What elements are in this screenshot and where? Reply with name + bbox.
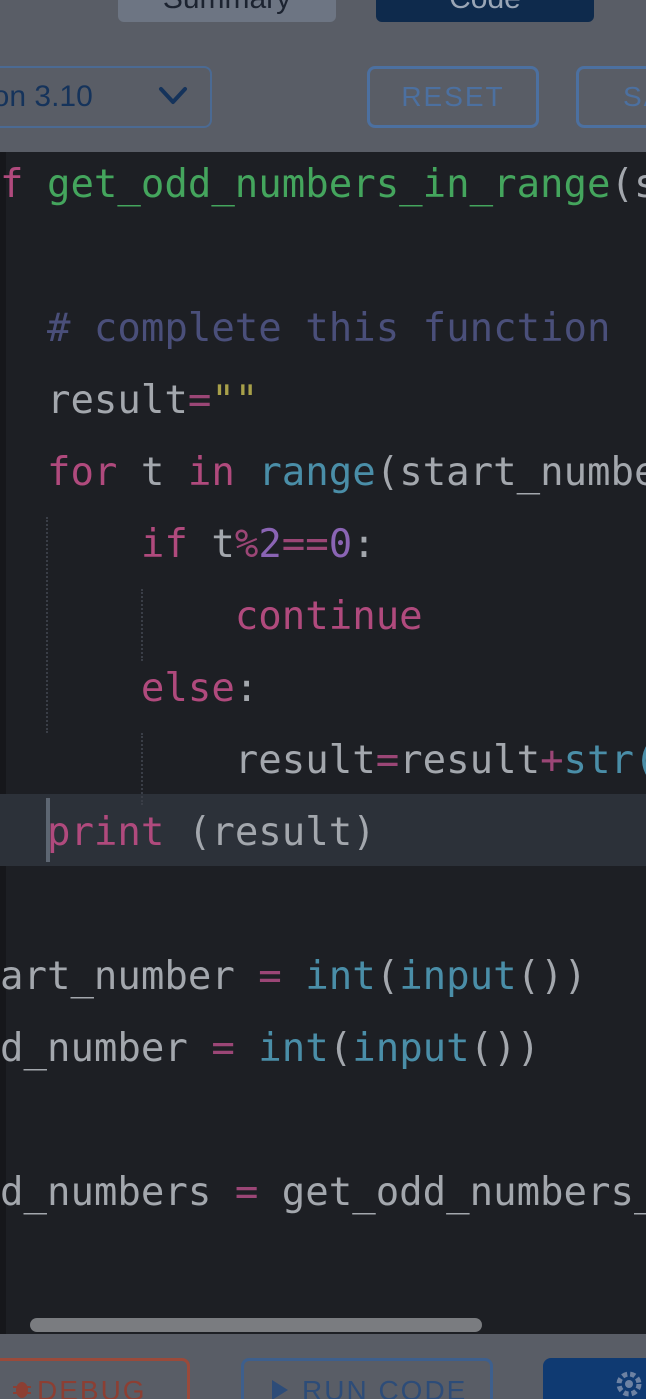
code-token: : — [352, 522, 376, 567]
language-select[interactable]: hon 3.10 — [0, 66, 212, 128]
chevron-down-icon — [159, 87, 187, 104]
code-token: get_odd_numbers_in_range — [46, 162, 611, 207]
code-token: = — [258, 954, 282, 999]
code-token: (start_numbe — [375, 450, 646, 495]
tab-summary[interactable]: Summary — [118, 0, 336, 22]
code-token: continue — [234, 594, 423, 639]
code-token: 2 — [258, 522, 282, 567]
code-token: t — [187, 522, 235, 567]
code-token: if — [140, 522, 188, 567]
code-token: (result) — [164, 810, 376, 855]
code-token: else — [140, 666, 235, 711]
gear-icon — [616, 1371, 642, 1397]
debug-button[interactable]: DEBUG — [0, 1358, 190, 1399]
code-token: range — [258, 450, 376, 495]
code-token: int — [258, 1026, 329, 1071]
code-token: d_number — [0, 1026, 212, 1071]
code-line[interactable]: f get_odd_numbers_in_range(s — [0, 152, 646, 221]
play-icon — [272, 1380, 288, 1399]
settings-button[interactable] — [543, 1358, 646, 1399]
bottom-toolbar: DEBUG RUN CODE — [0, 1334, 646, 1399]
code-token: + — [540, 738, 564, 783]
code-token: input — [399, 954, 517, 999]
reset-button[interactable]: RESET — [367, 66, 539, 128]
code-token: result — [0, 378, 188, 423]
run-code-button[interactable]: RUN CODE — [241, 1358, 493, 1399]
debug-label: DEBUG — [37, 1375, 147, 1399]
code-token: == — [281, 522, 329, 567]
code-line[interactable]: for t in range(start_numbe — [0, 437, 646, 509]
code-token: str( — [563, 738, 646, 783]
save-button[interactable]: SA — [576, 66, 646, 128]
code-line[interactable]: result="" — [0, 365, 258, 437]
code-token: ()) — [469, 1026, 541, 1071]
code-token: = — [211, 1026, 235, 1071]
code-token: : — [234, 666, 259, 711]
language-select-value: hon 3.10 — [0, 80, 93, 113]
code-token: # complete this function — [46, 306, 611, 351]
code-token: t — [117, 450, 188, 495]
code-token: = — [375, 738, 400, 783]
code-line[interactable]: if t%2==0: — [0, 509, 376, 581]
code-line[interactable]: d_number = int(input()) — [0, 1013, 540, 1085]
code-line[interactable]: d_numbers = get_odd_numbers_ — [0, 1157, 646, 1229]
code-token: in — [187, 450, 235, 495]
code-token: ( — [375, 954, 400, 999]
code-editor[interactable]: f get_odd_numbers_in_range(s # complete … — [0, 152, 646, 1334]
code-token: = — [187, 378, 212, 423]
top-toolbar: Summary Code hon 3.10 RESET SA — [0, 0, 646, 152]
code-line[interactable]: continue — [0, 581, 423, 653]
run-code-label: RUN CODE — [302, 1375, 468, 1399]
code-token: ( — [328, 1026, 353, 1071]
code-token: ()) — [516, 954, 588, 999]
bug-icon — [13, 1382, 31, 1398]
code-token: int — [305, 954, 376, 999]
code-token: "" — [211, 378, 259, 423]
code-token: = — [234, 1170, 259, 1215]
code-token: % — [234, 522, 259, 567]
code-token: result — [0, 738, 376, 783]
horizontal-scrollbar[interactable] — [30, 1318, 482, 1332]
code-token: 0 — [328, 522, 353, 567]
code-token: input — [352, 1026, 470, 1071]
code-token: get_odd_numbers_ — [258, 1170, 646, 1215]
code-token: print — [46, 810, 165, 855]
code-line[interactable]: # complete this function — [0, 293, 611, 365]
code-line[interactable]: art_number = int(input()) — [0, 941, 587, 1013]
code-token: f — [0, 162, 47, 207]
code-line[interactable]: result=result+str( — [0, 725, 646, 797]
code-token: (s — [610, 162, 646, 207]
code-token: d_numbers — [0, 1170, 235, 1215]
code-token: for — [46, 450, 118, 495]
code-line[interactable]: print (result) — [0, 797, 376, 869]
code-line[interactable]: else: — [0, 653, 258, 725]
tab-code[interactable]: Code — [376, 0, 594, 22]
code-token: art_number — [0, 954, 259, 999]
code-token: result — [399, 738, 541, 783]
